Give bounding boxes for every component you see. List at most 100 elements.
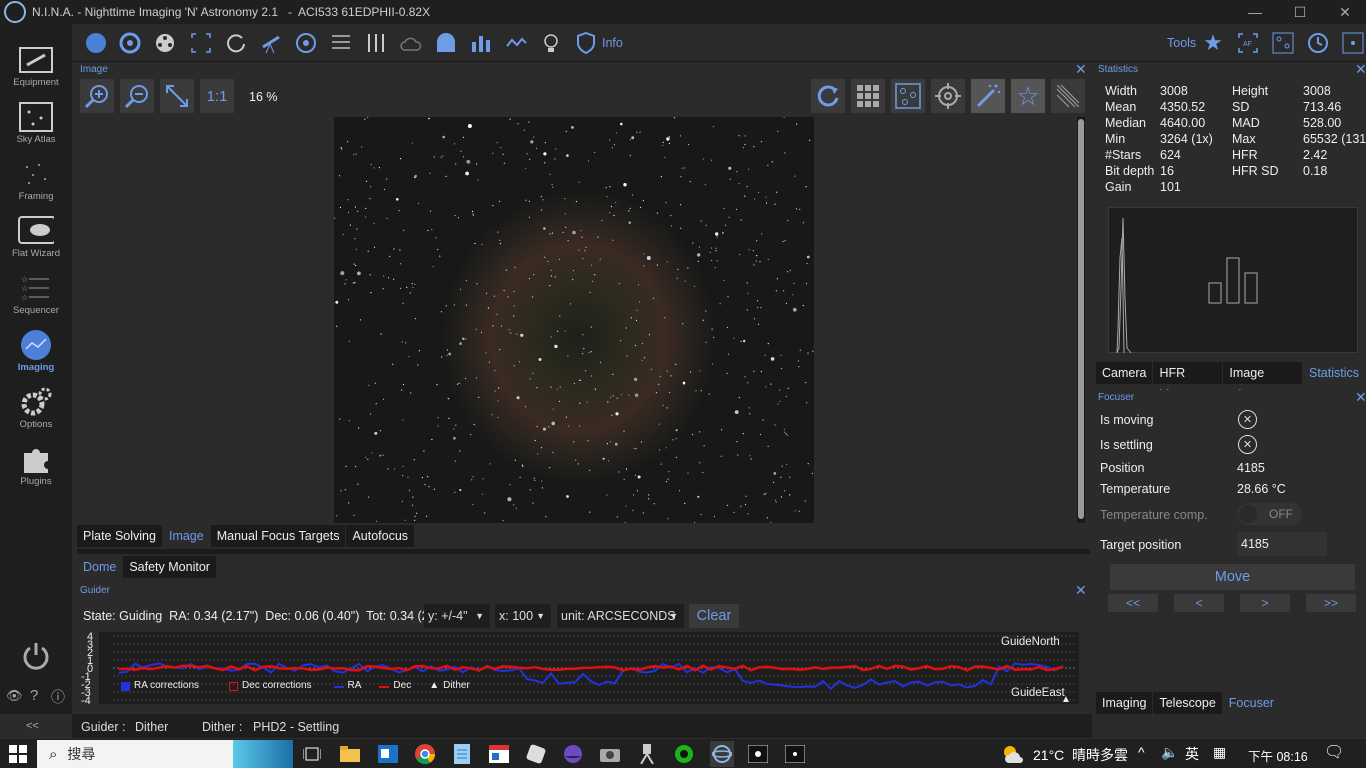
stellarium-icon[interactable]	[562, 743, 584, 765]
sequence-list-icon[interactable]	[328, 31, 354, 55]
windows-start-icon[interactable]	[7, 743, 29, 765]
info-tab-label[interactable]: Info	[602, 36, 623, 50]
tab-manual-focus-targets[interactable]: Manual Focus Targets	[210, 525, 346, 547]
info-icon[interactable]: ⓘ	[51, 687, 65, 707]
fit-to-screen-button[interactable]	[160, 79, 194, 113]
detect-stars-button[interactable]: ☆	[1011, 79, 1045, 113]
sidebar-item-sequencer[interactable]: ☆ ☆ ☆ Sequencer	[0, 264, 72, 321]
unit-select[interactable]: unit: ARCSECONDS ▼	[557, 604, 684, 628]
guider-panel-close-icon[interactable]: ✕	[1075, 583, 1087, 597]
sidebar-item-framing[interactable]: Framing	[0, 150, 72, 207]
rotator-icon[interactable]	[223, 31, 249, 55]
tab-safety-monitor[interactable]: Safety Monitor	[123, 556, 216, 578]
zoom-out-button[interactable]	[120, 79, 154, 113]
tab-dome[interactable]: Dome	[77, 556, 123, 578]
tab-hfr-history[interactable]: HFR history	[1153, 362, 1223, 402]
help-icon[interactable]: ?	[30, 687, 38, 704]
app-terminal-icon[interactable]	[747, 743, 769, 765]
star-detection-icon[interactable]	[1270, 31, 1296, 55]
zoom-in-button[interactable]	[80, 79, 114, 113]
history-icon[interactable]	[1305, 31, 1331, 55]
app-mount-icon[interactable]	[636, 743, 658, 765]
auto-stretch-button[interactable]	[971, 79, 1005, 113]
maximize-button[interactable]: ☐	[1277, 0, 1323, 24]
weather-cloud-icon[interactable]	[398, 31, 424, 55]
tab-image[interactable]: Image	[162, 525, 210, 547]
tab-imaging[interactable]: Imaging	[1096, 692, 1153, 714]
histogram-icon[interactable]	[468, 31, 494, 55]
focuser-close-icon[interactable]: ✕	[1355, 390, 1366, 404]
phd2-icon[interactable]	[673, 743, 695, 765]
sidebar-item-equipment[interactable]: Equipment	[0, 36, 72, 93]
x-scale-select[interactable]: x: 100 ▼	[495, 604, 551, 628]
focus-frame-icon[interactable]	[188, 31, 214, 55]
temp-comp-toggle[interactable]: OFF	[1237, 503, 1302, 525]
panel-splitter[interactable]	[77, 549, 1090, 554]
target-position-input[interactable]: 4185	[1237, 532, 1327, 556]
sidebar-item-sky-atlas[interactable]: Sky Atlas	[0, 93, 72, 150]
ime-settings-icon[interactable]: ▦	[1213, 744, 1226, 761]
zoom-1to1-button[interactable]: 1:1	[200, 79, 234, 113]
sidebar-item-flat-wizard[interactable]: Flat Wizard	[0, 207, 72, 264]
tab-focuser[interactable]: Focuser	[1222, 692, 1280, 714]
clock[interactable]: 下午 08:16	[1248, 746, 1308, 765]
move-button[interactable]: Move	[1110, 564, 1355, 590]
tab-telescope[interactable]: Telescope	[1153, 692, 1222, 714]
image-vertical-scrollbar[interactable]	[1077, 117, 1085, 523]
grid-overlay-button[interactable]	[851, 79, 885, 113]
shield-icon[interactable]	[573, 31, 599, 55]
nina-taskbar-icon[interactable]	[710, 741, 734, 767]
crosshair-button[interactable]	[931, 79, 965, 113]
app-camera-icon[interactable]	[599, 743, 621, 765]
telescope-icon[interactable]	[258, 31, 284, 55]
graph-icon[interactable]	[503, 31, 529, 55]
step-out-button[interactable]: >	[1240, 594, 1290, 612]
filter-wheel-icon[interactable]	[152, 31, 178, 55]
image-panel-close-icon[interactable]: ✕	[1075, 62, 1087, 76]
star-tool-icon[interactable]: ★	[1200, 30, 1226, 55]
speaker-icon[interactable]: 🔈	[1161, 744, 1178, 761]
app-dark-icon[interactable]	[784, 743, 806, 765]
autofocus-icon[interactable]: AF	[1235, 31, 1261, 55]
switch-icon[interactable]	[363, 31, 389, 55]
minimize-button[interactable]: —	[1232, 0, 1278, 24]
chevron-up-icon[interactable]: ^	[1138, 744, 1145, 760]
lightbulb-icon[interactable]	[538, 31, 564, 55]
app-window-icon[interactable]	[488, 743, 510, 765]
tab-autofocus[interactable]: Autofocus	[346, 525, 415, 547]
notepad-icon[interactable]	[451, 743, 473, 765]
tab-image-history[interactable]: Image History	[1223, 362, 1302, 402]
sidebar-item-imaging[interactable]: Imaging	[0, 321, 72, 378]
notification-icon[interactable]: 🗨	[1324, 742, 1344, 762]
framing-tool-icon[interactable]	[1340, 31, 1366, 55]
tools-label[interactable]: Tools	[1167, 36, 1196, 50]
outlook-icon[interactable]	[377, 743, 399, 765]
captured-image[interactable]	[334, 117, 814, 523]
guider-target-icon[interactable]	[293, 31, 319, 55]
dome-icon[interactable]	[433, 31, 459, 55]
rotate-image-button[interactable]	[811, 79, 845, 113]
tab-camera[interactable]: Camera	[1096, 362, 1153, 384]
sidebar-item-plugins[interactable]: Plugins	[0, 435, 72, 492]
annotate-stars-button[interactable]	[891, 79, 925, 113]
tab-statistics[interactable]: Statistics	[1302, 362, 1365, 384]
camera-tool-icon[interactable]	[83, 31, 109, 55]
collapse-sidebar-button[interactable]: <<	[26, 720, 39, 732]
file-explorer-icon[interactable]	[339, 743, 361, 765]
tab-plate-solving[interactable]: Plate Solving	[77, 525, 162, 547]
weather-text[interactable]: 21°C 晴時多雲	[1033, 745, 1128, 765]
bahtinov-button[interactable]	[1051, 79, 1085, 113]
app-dice-icon[interactable]	[525, 743, 547, 765]
sidebar-item-options[interactable]: Options	[0, 378, 72, 435]
taskbar-search-box[interactable]: ⌕ 搜尋	[37, 740, 293, 768]
clear-button[interactable]: Clear	[689, 604, 739, 628]
weather-partly-cloudy-icon[interactable]	[1001, 743, 1023, 765]
power-icon[interactable]	[20, 640, 52, 675]
close-button[interactable]: ✕	[1322, 0, 1366, 24]
step-far-in-button[interactable]: <<	[1108, 594, 1158, 612]
step-in-button[interactable]: <	[1174, 594, 1224, 612]
step-far-out-button[interactable]: >>	[1306, 594, 1356, 612]
task-view-icon[interactable]	[301, 743, 323, 765]
statistics-close-icon[interactable]: ✕	[1355, 62, 1366, 76]
ime-indicator[interactable]: 英	[1185, 744, 1199, 764]
